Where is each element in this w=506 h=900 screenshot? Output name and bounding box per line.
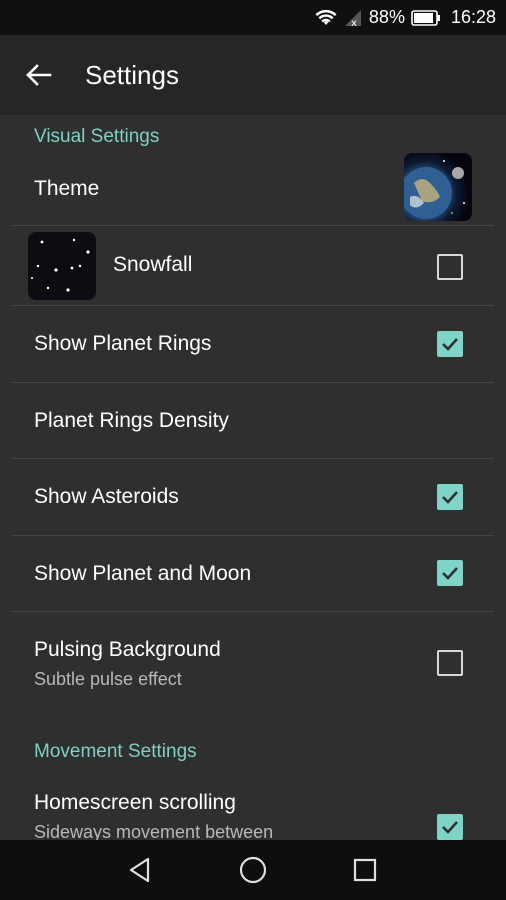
back-button[interactable] (22, 58, 56, 92)
snowfall-checkbox[interactable] (437, 254, 463, 280)
setting-planet-rings-label: Show Planet Rings (34, 332, 212, 355)
status-bar: x 88% 16:28 (0, 0, 506, 35)
recents-square-icon (353, 858, 377, 882)
setting-planet-moon[interactable]: Show Planet and Moon (0, 536, 506, 611)
setting-theme-label: Theme (34, 177, 100, 200)
setting-snowfall-label: Snowfall (113, 253, 193, 276)
earth-icon (404, 160, 465, 219)
section-header-visual: Visual Settings (34, 126, 160, 147)
nav-back-button[interactable] (124, 854, 156, 886)
setting-planet-moon-label: Show Planet and Moon (34, 562, 252, 585)
pulsing-checkbox[interactable] (437, 650, 463, 676)
battery-icon (411, 9, 441, 26)
setting-pulsing[interactable]: Pulsing Background Subtle pulse effect (0, 612, 506, 712)
section-header-movement: Movement Settings (34, 741, 197, 762)
setting-pulsing-label: Pulsing Background (34, 638, 221, 661)
snowflakes-icon (31, 238, 90, 292)
asteroids-checkbox[interactable] (437, 484, 463, 510)
snowfall-thumbnail (28, 232, 96, 300)
signal-icon: x (343, 9, 363, 27)
nav-home-button[interactable] (237, 854, 269, 886)
homescreen-scrolling-checkbox[interactable] (437, 814, 463, 840)
setting-asteroids-label: Show Asteroids (34, 485, 179, 508)
check-icon (442, 491, 458, 504)
check-icon (442, 821, 458, 834)
setting-homescreen-scrolling[interactable]: Homescreen scrolling Sideways movement b… (0, 775, 506, 840)
setting-homescreen-scrolling-sublabel: Sideways movement between (34, 822, 274, 840)
page-title: Settings (85, 59, 179, 90)
setting-pulsing-sublabel: Subtle pulse effect (34, 669, 182, 689)
setting-rings-density[interactable]: Planet Rings Density (0, 383, 506, 458)
setting-planet-rings[interactable]: Show Planet Rings (0, 306, 506, 382)
navigation-bar (0, 840, 506, 900)
planet-rings-checkbox[interactable] (437, 331, 463, 357)
battery-percent: 88% (368, 7, 405, 27)
home-circle-icon (239, 856, 267, 884)
svg-text:x: x (351, 18, 357, 27)
check-icon (442, 567, 458, 580)
check-icon (442, 338, 458, 351)
settings-list[interactable]: Visual Settings Theme Snowfall Show Plan… (0, 115, 506, 840)
setting-asteroids[interactable]: Show Asteroids (0, 459, 506, 535)
nav-recents-button[interactable] (349, 854, 381, 886)
theme-thumbnail[interactable] (404, 153, 472, 221)
planet-moon-checkbox[interactable] (437, 560, 463, 586)
back-triangle-icon (129, 857, 150, 883)
setting-rings-density-label: Planet Rings Density (34, 409, 229, 432)
setting-homescreen-scrolling-label: Homescreen scrolling (34, 791, 236, 814)
wifi-icon (315, 9, 337, 27)
toolbar: Settings (0, 35, 506, 115)
status-time: 16:28 (450, 7, 496, 27)
arrow-back-icon (26, 64, 52, 86)
